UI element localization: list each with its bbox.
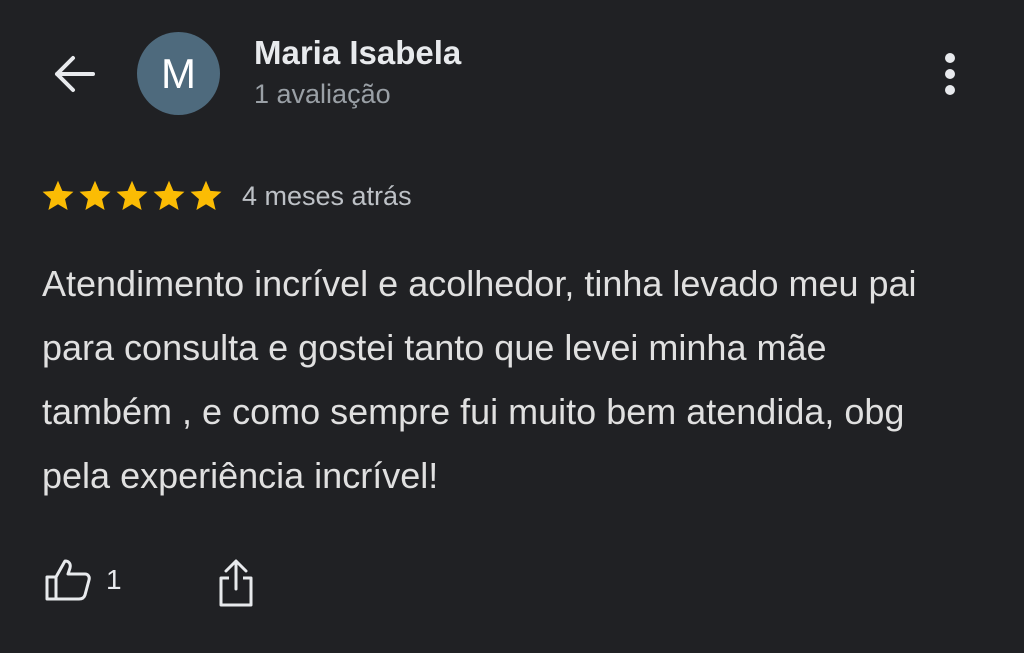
star-icon <box>190 180 222 210</box>
review-time: 4 meses atrás <box>242 181 412 211</box>
like-count: 1 <box>106 564 122 595</box>
share-icon <box>219 559 253 607</box>
star-icon <box>153 180 185 210</box>
reviewer-name[interactable]: Maria Isabela <box>254 34 461 72</box>
more-vert-icon <box>945 53 955 95</box>
star-icon <box>42 180 74 210</box>
star-icon <box>116 180 148 210</box>
like-button[interactable]: 1 <box>44 558 122 602</box>
arrow-left-icon <box>55 56 95 92</box>
star-rating <box>40 178 224 214</box>
avatar[interactable]: M <box>137 32 220 115</box>
star-icon <box>79 180 111 210</box>
more-options-button[interactable] <box>928 48 972 100</box>
share-button[interactable] <box>214 556 258 610</box>
thumb-up-icon <box>45 559 91 601</box>
review-count-label: 1 avaliação <box>254 79 391 109</box>
review-text: Atendimento incrível e acolhedor, tinha … <box>42 263 917 496</box>
back-button[interactable] <box>48 50 100 98</box>
